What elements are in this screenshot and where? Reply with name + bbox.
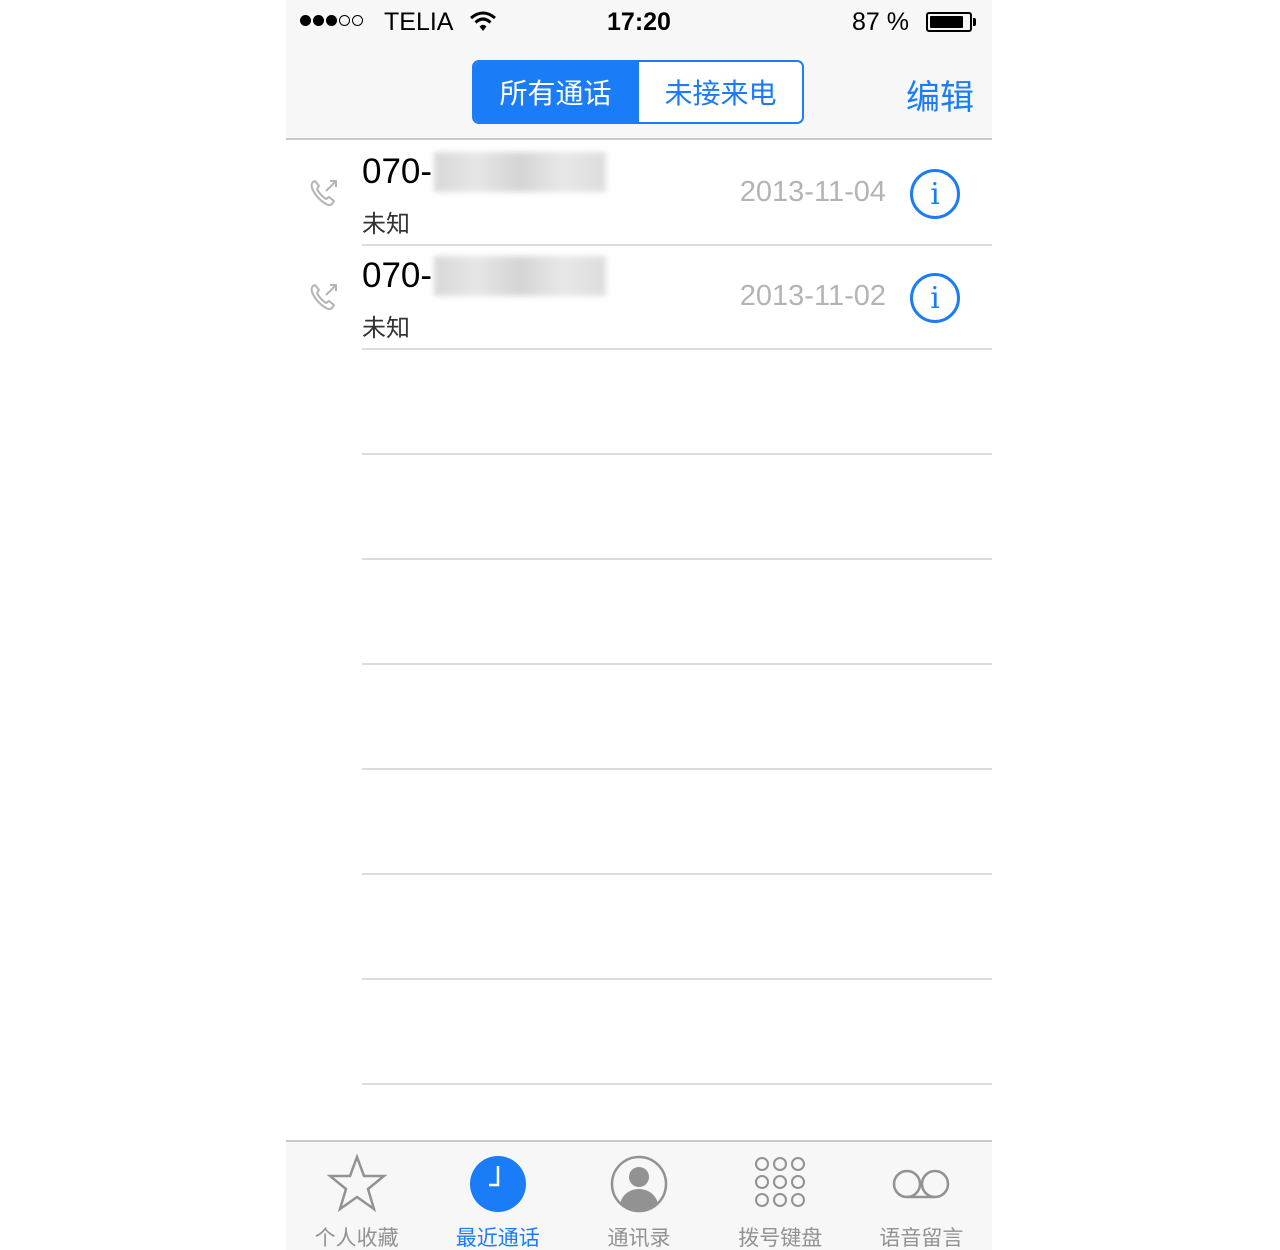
caller-number: 070- [362,152,433,191]
battery-tip [973,18,976,26]
tab-voicemail[interactable]: 语音留言 [851,1142,992,1250]
empty-row [286,665,992,770]
segmented-control: 所有通话 未接来电 [472,60,804,124]
tab-label: 最近通话 [455,1226,540,1250]
keypad-icon [755,1157,806,1207]
redacted-digits [434,256,607,296]
star-icon [326,1154,387,1213]
segment-missed-calls[interactable]: 未接来电 [637,62,802,122]
recent-calls-list: 070- 未知 2013-11-04 i 070- 未知 2013-11-02 … [286,142,992,1085]
caller-label: 未知 [362,210,410,238]
call-row[interactable]: 070- 未知 2013-11-02 i [286,246,992,350]
navigation-bar: 所有通话 未接来电 编辑 [286,44,992,140]
outgoing-call-icon [310,180,337,206]
empty-row [286,875,992,980]
tab-favorites[interactable]: 个人收藏 [286,1142,427,1250]
empty-row [286,980,992,1085]
empty-row [286,350,992,455]
info-icon[interactable]: i [910,169,960,219]
empty-row [286,455,992,560]
outgoing-call-icon [310,284,337,310]
call-date: 2013-11-02 [739,280,886,312]
tab-bar: 个人收藏 最近通话 通讯录 拨号键盘 语音留言 [286,1140,992,1250]
caller-number: 070- [362,256,433,295]
tab-contacts[interactable]: 通讯录 [568,1142,709,1250]
caller-label: 未知 [362,314,410,342]
tab-recents[interactable]: 最近通话 [427,1142,568,1250]
segment-all-calls[interactable]: 所有通话 [474,62,637,122]
info-icon[interactable]: i [910,273,960,323]
caller-number-line: 070- [362,152,607,192]
battery-fill [930,16,964,28]
tab-label: 语音留言 [879,1226,964,1250]
battery-icon [926,12,972,32]
edit-button[interactable]: 编辑 [906,70,974,119]
status-bar: TELIA 17:20 87 % [286,0,992,44]
call-date: 2013-11-04 [739,176,886,208]
phone-screen: TELIA 17:20 87 % 所有通话 未接来电 编辑 070- 未知 20… [286,0,992,1250]
empty-row [286,560,992,665]
voicemail-icon [893,1169,950,1199]
caller-number-line: 070- [362,256,607,296]
empty-row [286,770,992,875]
contacts-icon [610,1155,668,1213]
tab-keypad[interactable]: 拨号键盘 [710,1142,851,1250]
tab-label: 通讯录 [607,1226,671,1250]
redacted-digits [434,152,607,192]
tab-label: 拨号键盘 [738,1226,823,1250]
tab-label: 个人收藏 [314,1226,399,1250]
call-row[interactable]: 070- 未知 2013-11-04 i [286,142,992,246]
clock-icon [469,1156,526,1212]
battery-percentage: 87 % [852,8,909,36]
